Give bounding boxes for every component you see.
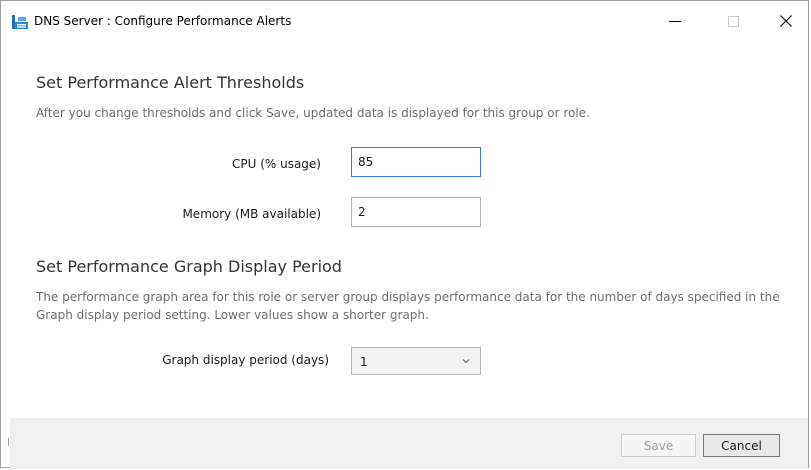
window-edge-divider xyxy=(8,438,9,446)
thresholds-heading: Set Performance Alert Thresholds xyxy=(36,73,305,92)
close-icon xyxy=(780,15,792,27)
cpu-label: CPU (% usage) xyxy=(231,157,321,171)
maximize-icon xyxy=(727,15,739,27)
graph-period-heading: Set Performance Graph Display Period xyxy=(36,257,342,276)
server-manager-icon xyxy=(12,14,28,29)
close-button[interactable] xyxy=(763,1,809,41)
thresholds-description: After you change thresholds and click Sa… xyxy=(36,106,590,120)
memory-available-input[interactable] xyxy=(351,197,481,227)
dialog-footer: Save Cancel xyxy=(10,418,808,469)
save-button[interactable]: Save xyxy=(621,434,696,457)
graph-period-select[interactable]: 1 xyxy=(351,347,481,375)
graph-period-description: The performance graph area for this role… xyxy=(36,290,780,322)
dialog-body: Set Performance Alert Thresholds After y… xyxy=(10,41,808,418)
chevron-down-icon xyxy=(462,359,470,364)
configure-performance-alerts-dialog: DNS Server : Configure Performance Alert… xyxy=(0,0,809,469)
graph-period-label: Graph display period (days) xyxy=(162,353,329,367)
graph-period-selected-value: 1 xyxy=(360,355,368,369)
cancel-button[interactable]: Cancel xyxy=(703,434,780,457)
minimize-icon xyxy=(669,21,681,22)
minimize-button[interactable] xyxy=(652,1,698,41)
memory-label: Memory (MB available) xyxy=(182,207,321,221)
maximize-button[interactable] xyxy=(710,1,756,41)
cpu-usage-input[interactable] xyxy=(351,147,481,177)
window-title: DNS Server : Configure Performance Alert… xyxy=(34,14,292,28)
title-bar[interactable]: DNS Server : Configure Performance Alert… xyxy=(1,1,808,41)
